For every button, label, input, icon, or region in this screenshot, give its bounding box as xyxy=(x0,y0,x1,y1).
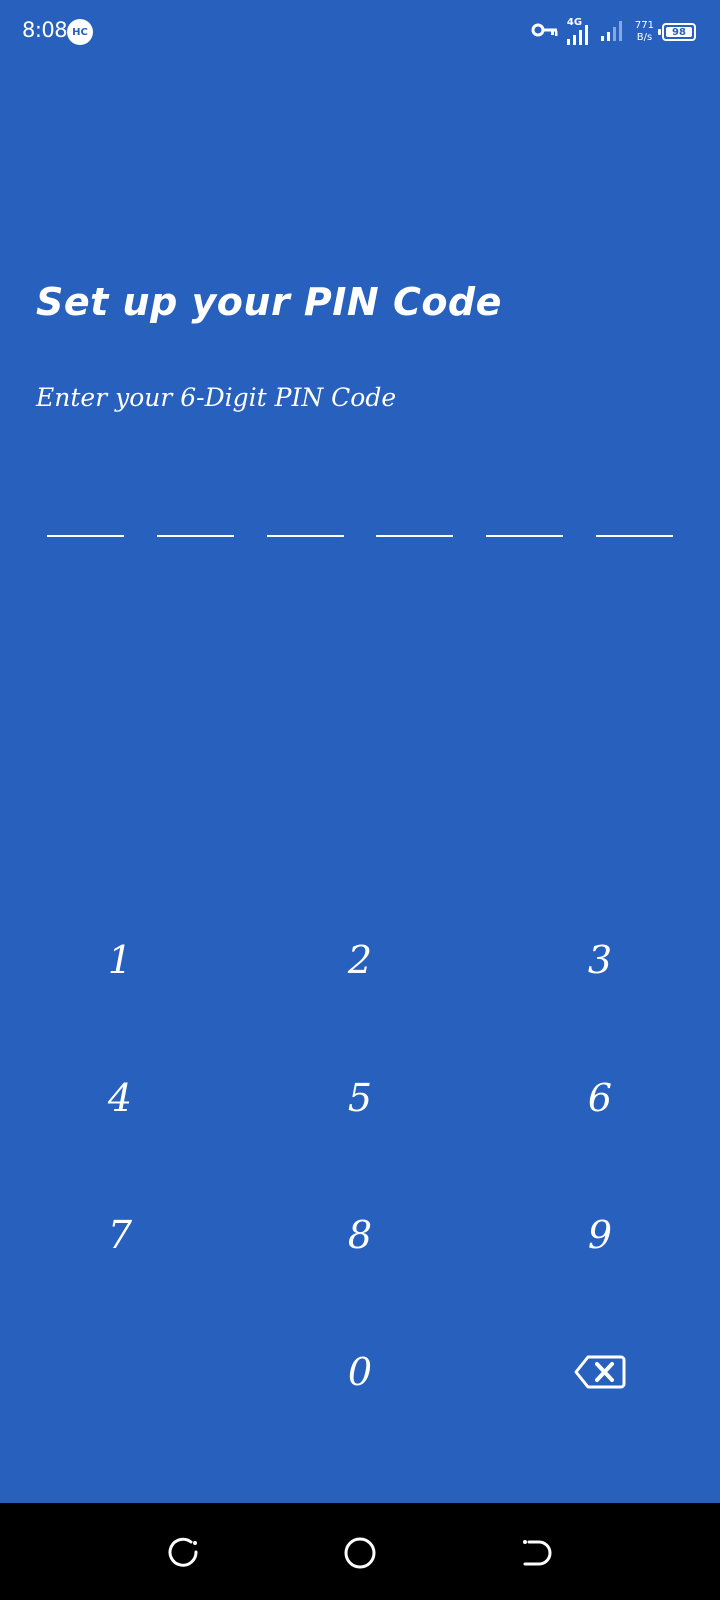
pin-slot-6 xyxy=(595,535,673,537)
key-7[interactable]: 7 xyxy=(40,1185,200,1285)
pin-slot-3 xyxy=(266,535,344,537)
battery-icon: 98 xyxy=(658,23,696,41)
battery-cap xyxy=(658,29,661,35)
network-speed: 771 B/s xyxy=(635,20,654,44)
pin-input[interactable] xyxy=(47,535,673,537)
key-6[interactable]: 6 xyxy=(520,1048,680,1148)
signal-icon: 4G xyxy=(566,17,593,47)
key-4[interactable]: 4 xyxy=(40,1048,200,1148)
pin-setup-screen: 8:08 HC 4G 771 B/s 98 Set up your PIN Co… xyxy=(0,0,720,1600)
speed-value: 771 xyxy=(634,20,654,31)
key-2[interactable]: 2 xyxy=(280,910,440,1010)
backspace-button[interactable] xyxy=(520,1322,680,1422)
back-icon[interactable] xyxy=(506,1523,566,1583)
battery-level: 98 xyxy=(672,26,686,38)
pin-slot-1 xyxy=(47,535,124,537)
speed-unit: B/s xyxy=(636,32,653,43)
backspace-icon xyxy=(574,1354,626,1390)
pin-slot-5 xyxy=(486,535,564,537)
key-5[interactable]: 5 xyxy=(280,1048,440,1148)
pin-slot-4 xyxy=(376,535,454,537)
status-bar: 8:08 HC 4G 771 B/s 98 xyxy=(0,0,720,64)
signal-weak-icon xyxy=(600,18,627,46)
recent-apps-icon[interactable] xyxy=(154,1523,214,1583)
home-icon[interactable] xyxy=(330,1523,390,1583)
key-9[interactable]: 9 xyxy=(520,1185,680,1285)
vpn-key-icon xyxy=(531,22,559,42)
key-1[interactable]: 1 xyxy=(40,910,200,1010)
page-title: Set up your PIN Code xyxy=(36,280,502,324)
status-time: 8:08 xyxy=(22,18,68,42)
page-subtitle: Enter your 6-Digit PIN Code xyxy=(36,383,397,412)
pin-slot-2 xyxy=(156,535,234,537)
system-nav-bar xyxy=(0,1503,720,1600)
key-8[interactable]: 8 xyxy=(280,1185,440,1285)
status-icons: 4G 771 B/s 98 xyxy=(531,16,696,48)
key-0[interactable]: 0 xyxy=(280,1322,440,1422)
key-3[interactable]: 3 xyxy=(520,910,680,1010)
hc-badge: HC xyxy=(67,19,93,45)
